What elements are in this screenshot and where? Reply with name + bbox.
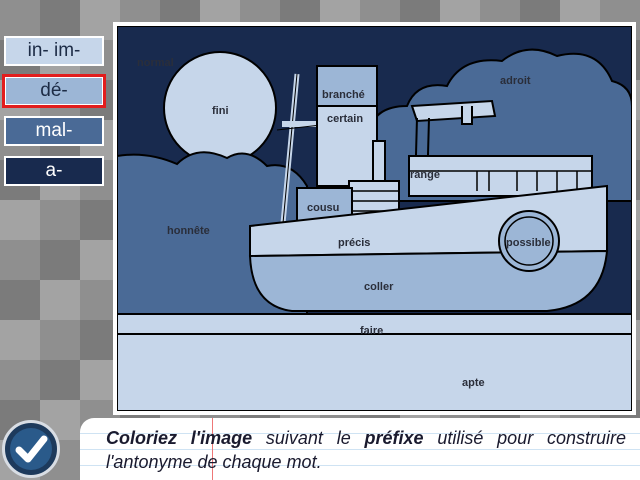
prefix-button-a[interactable]: a- (4, 156, 104, 186)
instructions-panel: Coloriez l'image suivant le préfixe util… (80, 418, 640, 480)
prefix-button-mal[interactable]: mal- (4, 116, 104, 146)
word-certain: certain (327, 113, 363, 125)
instructions-part1: Coloriez l'image (106, 428, 253, 448)
word-coller: coller (364, 281, 394, 293)
validate-button[interactable] (2, 420, 60, 478)
word-normal: normal (137, 57, 174, 69)
word-possible: possible (506, 237, 551, 249)
word-fini: fini (212, 105, 229, 117)
word-range: rangé (410, 169, 440, 181)
word-adroit: adroit (500, 75, 531, 87)
instructions-text: Coloriez l'image suivant le préfixe util… (106, 426, 626, 474)
coloring-picture-frame: normal fini branché certain adroit rangé… (113, 22, 636, 415)
coloring-picture: normal fini branché certain adroit rangé… (117, 26, 632, 411)
word-apte: apte (462, 377, 485, 389)
prefix-button-de[interactable]: dé- (2, 74, 106, 108)
instructions-part3: préfixe (364, 428, 424, 448)
instructions-part2: suivant le (252, 428, 365, 448)
word-branche: branché (322, 89, 365, 101)
word-honnete: honnête (167, 225, 210, 237)
word-cousu: cousu (307, 202, 339, 214)
word-precis: précis (338, 237, 370, 249)
region-water-bottom[interactable] (117, 333, 632, 411)
checkmark-icon (10, 428, 52, 470)
prefix-button-in-im[interactable]: in- im- (4, 36, 104, 66)
word-faire: faire (360, 325, 383, 337)
